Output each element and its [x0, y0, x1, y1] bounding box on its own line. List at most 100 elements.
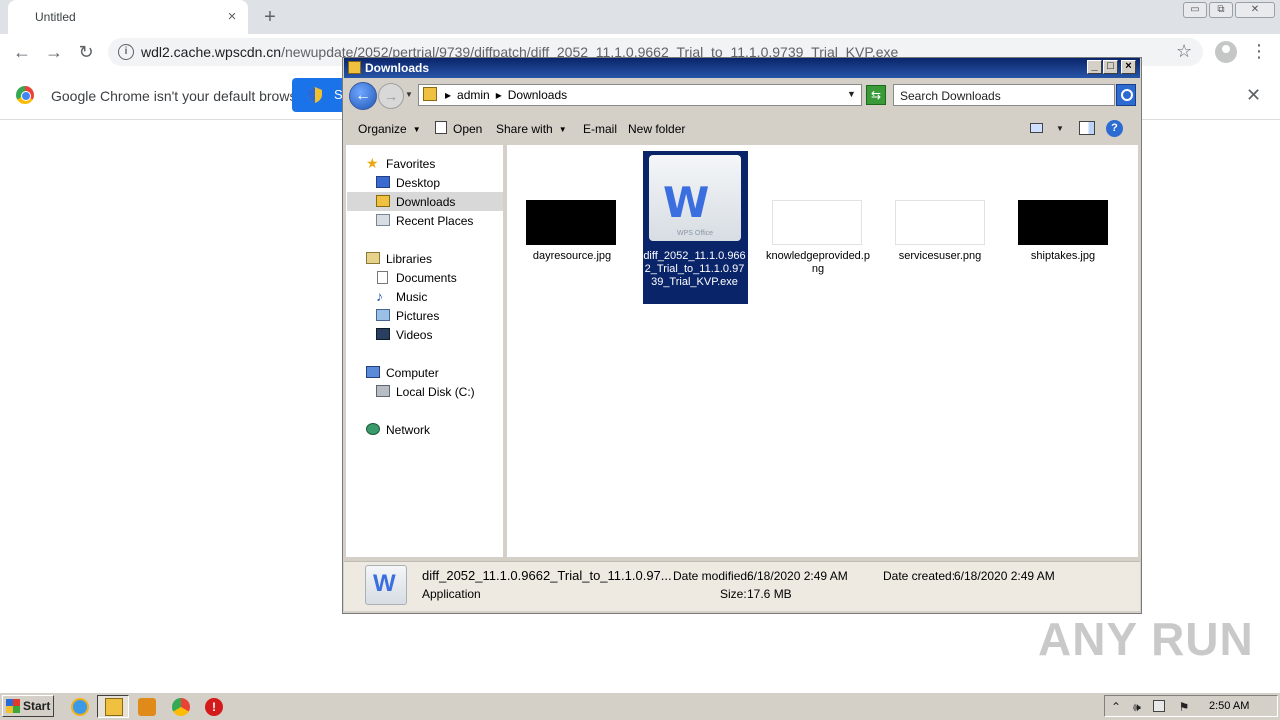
- clock[interactable]: 2:50 AM: [1209, 700, 1249, 712]
- details-file-type: Application: [422, 587, 481, 601]
- close-window-icon[interactable]: ✕: [1235, 2, 1275, 18]
- explorer-minimize-button[interactable]: _: [1087, 60, 1102, 74]
- nav-favorites-label: Favorites: [386, 157, 436, 171]
- network-icon: [366, 423, 380, 435]
- explorer-forward-icon[interactable]: →: [378, 83, 404, 109]
- details-size: 17.6 MB: [747, 587, 792, 601]
- reload-icon[interactable]: ↻: [76, 42, 96, 62]
- downloads-folder-icon: [376, 195, 390, 207]
- downloads-folder-icon: [423, 87, 437, 101]
- forward-icon[interactable]: →: [44, 42, 64, 62]
- chevron-down-icon: ▼: [558, 125, 567, 134]
- action-center-flag-icon[interactable]: ⚑: [1177, 700, 1191, 714]
- volume-icon[interactable]: 🕪: [1130, 700, 1144, 714]
- explorer-folder-icon: [105, 698, 123, 716]
- share-with-button[interactable]: Share with ▼: [496, 122, 567, 136]
- chrome-icon[interactable]: [172, 698, 190, 716]
- nav-desktop-label: Desktop: [396, 176, 441, 190]
- share-with-label: Share with: [496, 122, 553, 136]
- infobar-message: Google Chrome isn't your default browser: [51, 88, 309, 104]
- details-size-label: Size:: [720, 587, 747, 601]
- new-tab-button[interactable]: +: [260, 7, 280, 27]
- file-thumbnail-servicesuser[interactable]: [895, 200, 985, 245]
- tray-expand-icon[interactable]: ⌃: [1109, 700, 1123, 714]
- details-date-created-label: Date created:: [883, 569, 956, 583]
- explorer-maximize-button[interactable]: □: [1103, 60, 1118, 74]
- file-label-servicesuser[interactable]: servicesuser.png: [885, 250, 995, 263]
- internet-explorer-icon[interactable]: [71, 698, 89, 716]
- refresh-icon[interactable]: ⇆: [866, 85, 886, 105]
- restore-icon[interactable]: ⧉: [1209, 2, 1233, 18]
- details-date-modified-label: Date modified:: [673, 569, 751, 583]
- network-tray-icon[interactable]: [1153, 700, 1165, 712]
- star-icon[interactable]: ☆: [1176, 41, 1192, 62]
- nav-libraries[interactable]: Libraries: [366, 250, 496, 268]
- details-date-modified: 6/18/2020 2:49 AM: [747, 569, 848, 583]
- explorer-close-button[interactable]: ×: [1121, 60, 1136, 74]
- preview-pane-icon[interactable]: [1079, 121, 1095, 135]
- new-folder-button[interactable]: New folder: [628, 122, 685, 136]
- open-icon: [435, 121, 447, 134]
- infobar-close-icon[interactable]: ✕: [1246, 86, 1261, 104]
- organize-button[interactable]: Organize ▼: [358, 122, 421, 136]
- star-icon: ★: [366, 155, 379, 171]
- breadcrumb-separator-icon[interactable]: ▸: [445, 88, 451, 102]
- file-label-shiptakes[interactable]: shiptakes.jpg: [1008, 250, 1118, 263]
- profile-icon[interactable]: [1215, 41, 1237, 63]
- nav-favorites[interactable]: ★ Favorites: [366, 155, 496, 173]
- email-button[interactable]: E-mail: [583, 122, 617, 136]
- explorer-back-icon[interactable]: ←: [349, 82, 377, 110]
- nav-music[interactable]: ♪ Music: [376, 288, 496, 306]
- search-placeholder: Search Downloads: [900, 89, 1001, 103]
- tab-close-icon[interactable]: ×: [224, 9, 240, 25]
- nav-downloads[interactable]: Downloads: [376, 193, 496, 211]
- explorer-title: Downloads: [365, 61, 430, 75]
- menu-icon[interactable]: ⋮: [1250, 41, 1268, 61]
- nav-documents-label: Documents: [396, 271, 457, 285]
- nav-recent-places[interactable]: Recent Places: [376, 212, 496, 230]
- anyrun-watermark: ANY RUN: [1038, 613, 1254, 665]
- recent-places-icon: [376, 214, 390, 226]
- nav-documents[interactable]: Documents: [376, 269, 496, 287]
- file-label-dayresource[interactable]: dayresource.jpg: [517, 250, 627, 263]
- file-thumbnail-knowledgeprovided[interactable]: [772, 200, 862, 245]
- view-icon[interactable]: [1030, 123, 1043, 133]
- nav-pictures-label: Pictures: [396, 309, 440, 323]
- nav-local-disk[interactable]: Local Disk (C:): [376, 383, 496, 401]
- file-thumbnail-shiptakes[interactable]: [1018, 200, 1108, 245]
- nav-music-label: Music: [396, 290, 428, 304]
- nav-videos[interactable]: Videos: [376, 326, 496, 344]
- breadcrumb-admin[interactable]: admin: [457, 88, 490, 102]
- history-dropdown-icon[interactable]: ▼: [405, 90, 413, 99]
- stop-icon[interactable]: !: [205, 698, 223, 716]
- breadcrumb-downloads[interactable]: Downloads: [508, 88, 567, 102]
- help-icon[interactable]: ?: [1106, 120, 1123, 137]
- music-icon: ♪: [376, 288, 383, 304]
- view-dropdown-icon[interactable]: ▼: [1056, 124, 1064, 133]
- tab-title: Untitled: [35, 10, 76, 24]
- address-dropdown-icon[interactable]: ▼: [847, 89, 856, 99]
- url-host: wdl2.cache.wpscdn.cn: [141, 44, 282, 60]
- libraries-icon: [366, 252, 380, 264]
- pictures-icon: [376, 309, 390, 321]
- file-thumbnail-dayresource[interactable]: [526, 200, 616, 245]
- nav-computer[interactable]: Computer: [366, 364, 496, 382]
- nav-pictures[interactable]: Pictures: [376, 307, 496, 325]
- minimize-icon[interactable]: ▭: [1183, 2, 1207, 18]
- file-label-diff-exe[interactable]: diff_2052_11.1.0.9662_Trial_to_11.1.0.97…: [643, 250, 746, 289]
- info-icon[interactable]: i: [118, 44, 134, 60]
- back-icon[interactable]: ←: [12, 42, 32, 62]
- explorer-title-bar[interactable]: [344, 58, 1140, 78]
- media-player-icon[interactable]: [138, 698, 156, 716]
- folder-icon: [348, 61, 361, 74]
- file-label-knowledgeprovided[interactable]: knowledgeprovided.png: [763, 250, 873, 276]
- nav-computer-label: Computer: [386, 366, 439, 380]
- nav-desktop[interactable]: Desktop: [376, 174, 496, 192]
- open-button[interactable]: Open: [453, 122, 482, 136]
- nav-videos-label: Videos: [396, 328, 433, 342]
- nav-downloads-label: Downloads: [396, 195, 456, 209]
- breadcrumb-separator-icon[interactable]: ▸: [496, 88, 502, 102]
- search-icon[interactable]: [1116, 84, 1136, 106]
- nav-network[interactable]: Network: [366, 421, 496, 439]
- documents-icon: [377, 271, 388, 284]
